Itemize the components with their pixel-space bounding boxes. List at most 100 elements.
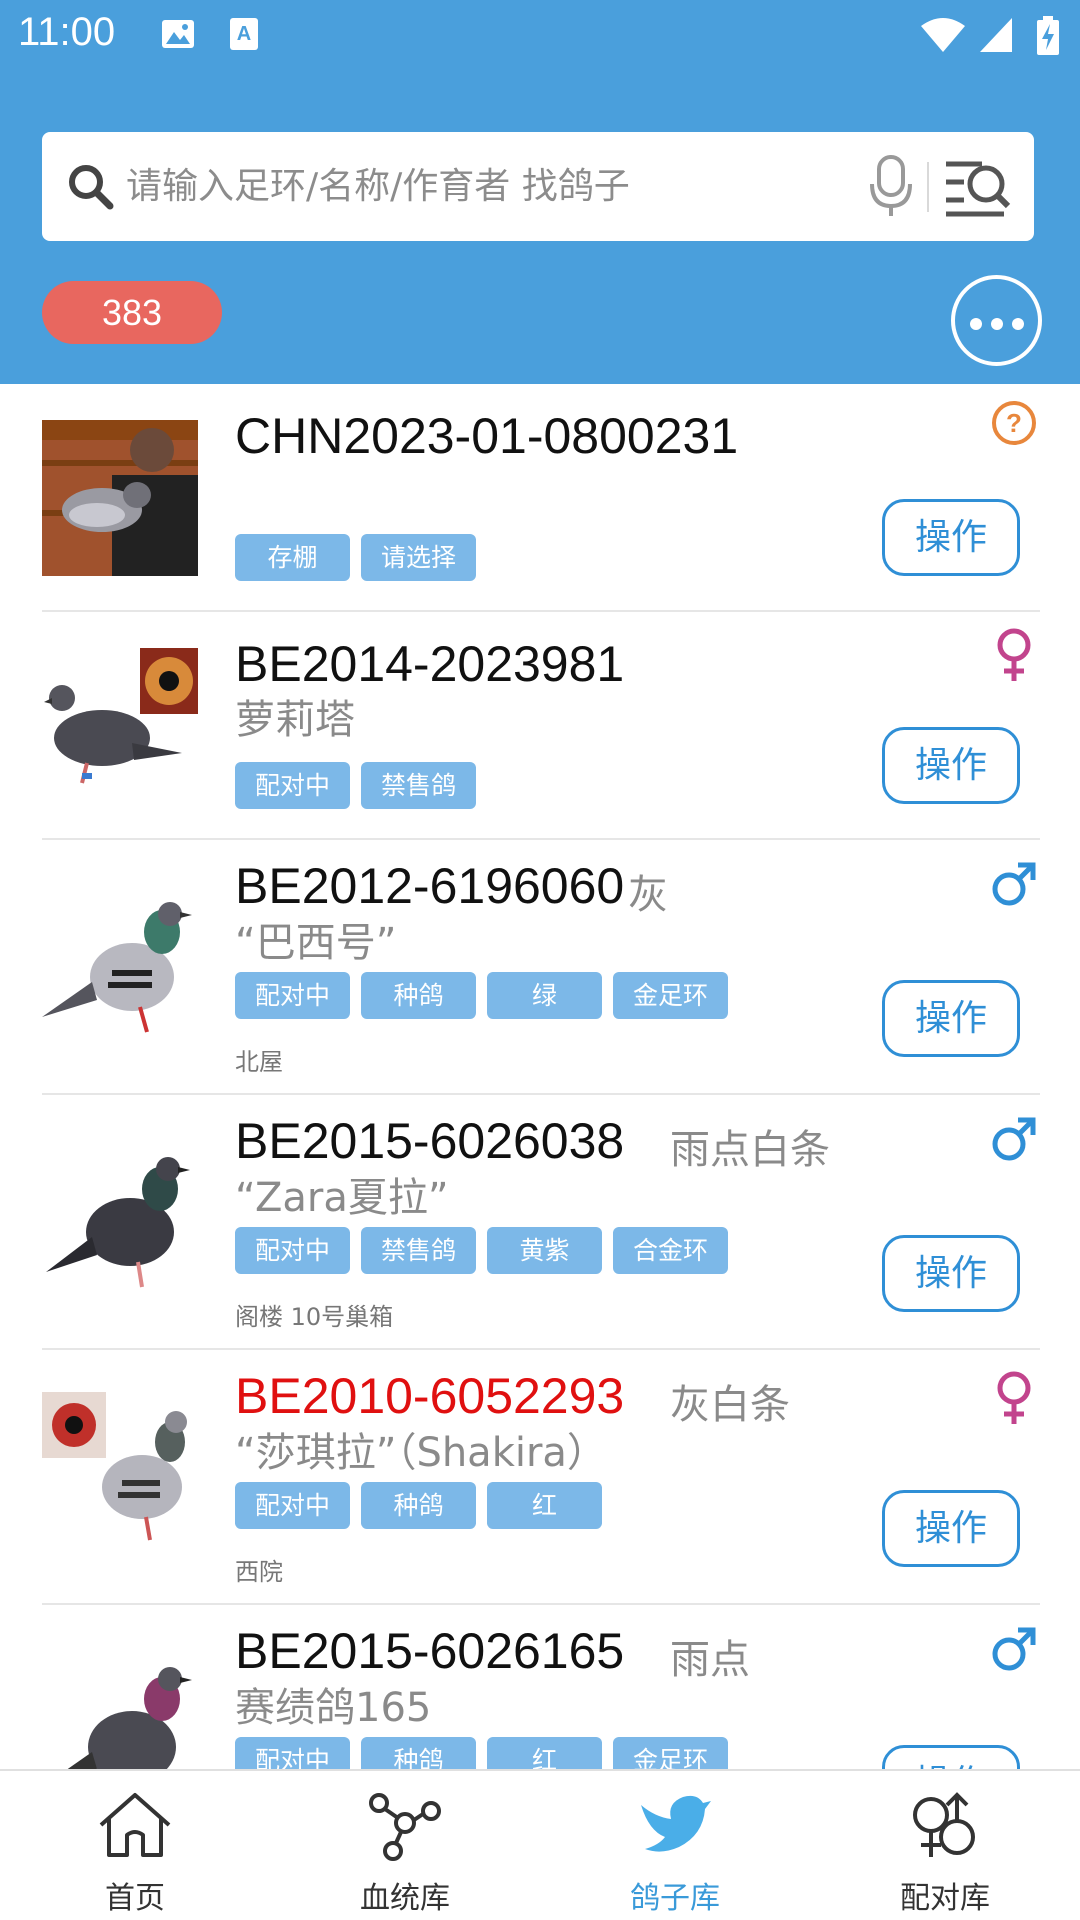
pigeon-photo [42,1647,198,1769]
pigeon-name: 赛绩鸽165 [235,1685,432,1731]
pigeon-photo [42,882,198,1038]
nav-pairing[interactable]: 配对库 [810,1771,1080,1920]
male-icon [992,862,1036,906]
status-tag: 配对中 [235,1737,350,1769]
battery-charging-icon [1037,16,1059,55]
ring-number: BE2012-6196060 [235,858,625,914]
search-icon [69,165,114,210]
pigeon-photo [42,1392,198,1548]
male-icon [992,1117,1036,1161]
svg-text:A: A [237,23,251,45]
pigeon-name: “巴西号” [235,920,397,966]
search-divider [927,162,929,212]
action-button[interactable]: 操作 [882,727,1020,804]
action-button[interactable]: 操作 [882,1745,1020,1769]
tag-list: 配对中 种鸽 绿 金足环 [235,972,728,1019]
nav-pigeons[interactable]: 鸽子库 [540,1771,810,1920]
more-dot-icon [970,318,982,330]
pigeon-color: 灰 [628,872,668,918]
status-tag: 种鸽 [361,1482,476,1529]
pigeon-photo [42,648,198,804]
ring-number: CHN2023-01-0800231 [235,408,739,464]
loft-location: 阁楼 10号巢箱 [235,1303,394,1331]
list-item[interactable]: BE2014-2023981 萝莉塔 配对中 禁售鸽 操作 [42,612,1040,840]
tag-list: 配对中 种鸽 红 金足环 [235,1737,728,1769]
status-tag: 红 [487,1737,602,1769]
status-tag: 绿 [487,972,602,1019]
ring-number: BE2010-6052293 [235,1368,625,1424]
status-tag: 红 [487,1482,602,1529]
unknown-sex-icon: ? [992,401,1036,445]
loft-location: 北屋 [235,1048,283,1076]
status-tag: 配对中 [235,762,350,809]
more-button[interactable] [951,275,1042,366]
ring-number: BE2015-6026165 [235,1623,625,1679]
ring-number: BE2014-2023981 [235,636,625,692]
advanced-search-icon[interactable] [942,154,1012,218]
tag-list: 配对中 禁售鸽 [235,762,476,809]
loft-location: 西院 [235,1558,283,1586]
status-time: 11:00 [18,10,116,54]
more-dot-icon [991,318,1003,330]
home-icon [99,1793,171,1857]
nav-home[interactable]: 首页 [0,1771,270,1920]
tag-list: 配对中 种鸽 红 [235,1482,602,1529]
pigeon-list[interactable]: CHN2023-01-0800231 存棚 请选择 ? 操作 BE2014-20… [0,384,1080,1769]
list-item[interactable]: CHN2023-01-0800231 存棚 请选择 ? 操作 [42,384,1040,612]
status-tag: 种鸽 [361,972,476,1019]
a-text-icon: A [230,18,258,50]
more-dot-icon [1012,318,1024,330]
bottom-nav: 首页 血统库 鸽子库 配对库 [0,1769,1080,1920]
signal-icon [980,18,1012,52]
bird-icon [641,1795,711,1852]
pigeon-photo [42,420,198,576]
pigeon-color: 雨点 [670,1637,750,1683]
list-item[interactable]: BE2015-6026165 雨点 赛绩鸽165 配对中 种鸽 红 金足环 操作 [42,1605,1040,1769]
status-tag: 金足环 [613,1737,728,1769]
tag-list: 存棚 请选择 [235,534,476,581]
status-tag: 存棚 [235,534,350,581]
search-bar[interactable]: 请输入足环/名称/作育者 找鸽子 [42,132,1034,241]
nav-label: 配对库 [900,1881,990,1916]
pairing-icon [913,1792,975,1857]
svg-text:?: ? [1006,408,1022,438]
status-tag: 金足环 [613,972,728,1019]
nav-pedigree[interactable]: 血统库 [270,1771,540,1920]
status-tag: 种鸽 [361,1737,476,1769]
status-tag[interactable]: 请选择 [361,534,476,581]
header: 11:00 A 请输入足环/名称/作育者 找鸽子 383 [0,0,1080,384]
tag-list: 配对中 禁售鸽 黄紫 合金环 [235,1227,728,1274]
list-item[interactable]: BE2010-6052293 灰白条 “莎琪拉”（Shakira） 配对中 种鸽… [42,1350,1040,1605]
pigeon-color: 灰白条 [670,1382,790,1428]
female-icon [997,1371,1031,1424]
nav-label: 血统库 [360,1881,450,1916]
status-tag: 配对中 [235,972,350,1019]
ring-number: BE2015-6026038 [235,1113,625,1169]
list-item[interactable]: BE2015-6026038 雨点白条 “Zara夏拉” 配对中 禁售鸽 黄紫 … [42,1095,1040,1350]
action-button[interactable]: 操作 [882,1235,1020,1312]
pigeon-color: 雨点白条 [670,1127,830,1173]
status-tag: 合金环 [613,1227,728,1274]
nav-label: 首页 [105,1881,165,1916]
action-button[interactable]: 操作 [882,499,1020,576]
status-bar: 11:00 A [0,0,1080,72]
wifi-icon [921,18,965,52]
list-item[interactable]: BE2012-6196060 灰 “巴西号” 配对中 种鸽 绿 金足环 北屋 操… [42,840,1040,1095]
nav-label: 鸽子库 [630,1881,720,1916]
action-button[interactable]: 操作 [882,980,1020,1057]
female-icon [997,628,1031,681]
pigeon-name: 萝莉塔 [235,697,355,743]
image-icon [162,20,194,48]
pigeon-photo [42,1137,198,1293]
count-badge: 383 [42,281,222,344]
status-tag: 禁售鸽 [361,1227,476,1274]
pedigree-icon [369,1793,441,1861]
action-button[interactable]: 操作 [882,1490,1020,1567]
status-tag: 禁售鸽 [361,762,476,809]
status-tag: 黄紫 [487,1227,602,1274]
pigeon-name: “莎琪拉”（Shakira） [235,1430,607,1476]
male-icon [992,1627,1036,1671]
status-tag: 配对中 [235,1227,350,1274]
search-input[interactable]: 请输入足环/名称/作育者 找鸽子 [126,132,630,241]
mic-icon[interactable] [868,154,914,220]
